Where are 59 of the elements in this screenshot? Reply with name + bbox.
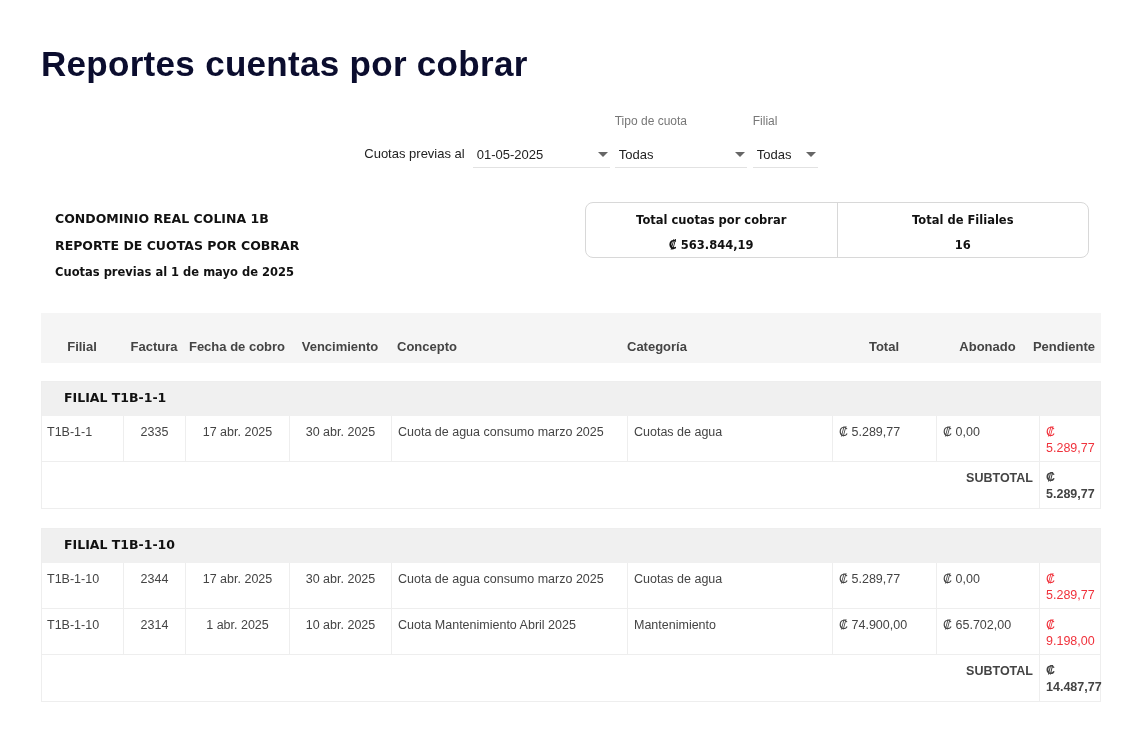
table-cell: 1 abr. 2025 — [186, 608, 290, 654]
column-header: Abonado — [959, 337, 1016, 356]
dropdown[interactable]: Todas — [614, 142, 747, 168]
subtotal-label: SUBTOTAL — [42, 461, 1040, 508]
table-cell: Mantenimiento — [628, 608, 833, 654]
table-cell: ₡ 5.289,77 — [833, 415, 937, 461]
subtotal-value: ₡ 5.289,77 — [1045, 468, 1096, 503]
table-cell: ₡ 65.702,00 — [937, 608, 1040, 654]
caret-icon — [597, 152, 608, 157]
table-cell: T1B-1-1 — [42, 415, 124, 461]
table-cell: ₡ 74.900,00 — [833, 608, 937, 654]
table-cell: Cuota de agua consumo marzo 2025 — [392, 562, 628, 608]
table-cell: 2335 — [124, 415, 186, 461]
table-cell: T1B-1-10 — [42, 562, 124, 608]
filter-label: Filial — [752, 113, 779, 130]
caret-icon — [805, 152, 816, 157]
group-title: FILIAL T1B-1-1 — [42, 381, 1100, 416]
table-cell-text: ₡ 9.198,00 — [1045, 616, 1096, 650]
table-cell-text: ₡ 5.289,77 — [1045, 423, 1096, 457]
column-header: Pendiente — [1032, 337, 1096, 356]
subtotal-value: ₡ 14.487,77 — [1045, 661, 1102, 696]
filter-label: Cuotas previas al — [364, 144, 465, 163]
table-cell: 17 abr. 2025 — [186, 415, 290, 461]
column-header: Factura — [130, 337, 178, 356]
summary-value: 16 — [954, 237, 971, 255]
report-heading: CONDOMINIO REAL COLINA 1B — [55, 210, 270, 228]
column-header: Filial — [67, 337, 97, 356]
summary-label: Total cuotas por cobrar — [636, 212, 787, 229]
column-header: Fecha de cobro — [188, 337, 286, 356]
table-cell: T1B-1-10 — [42, 608, 124, 654]
report-heading: Cuotas previas al 1 de mayo de 2025 — [55, 263, 295, 281]
summary-value: ₡ 563.844,19 — [668, 237, 754, 255]
table-cell: Cuota de agua consumo marzo 2025 — [392, 415, 628, 461]
table-cell: Cuota Mantenimiento Abril 2025 — [392, 608, 628, 654]
table-cell: 17 abr. 2025 — [186, 562, 290, 608]
date-dropdown[interactable]: 01-05-2025 — [472, 142, 610, 168]
filter-label: Tipo de cuota — [614, 113, 688, 130]
table-cell: 2344 — [124, 562, 186, 608]
caret-icon — [734, 152, 745, 157]
table-cell: ₡ 0,00 — [937, 415, 1040, 461]
table-cell: 30 abr. 2025 — [290, 415, 392, 461]
subtotal-label: SUBTOTAL — [42, 654, 1040, 701]
column-header: Vencimiento — [301, 337, 379, 356]
group-title: FILIAL T1B-1-10 — [42, 528, 1100, 563]
table-cell: ₡ 0,00 — [937, 562, 1040, 608]
table-cell: 30 abr. 2025 — [290, 562, 392, 608]
dropdown[interactable]: Todas — [752, 142, 818, 168]
page-title: Reportes cuentas por cobrar — [41, 44, 529, 84]
table-cell: 2314 — [124, 608, 186, 654]
table-cell-text: ₡ 5.289,77 — [1045, 570, 1096, 604]
summary-label: Total de Filiales — [912, 212, 1014, 229]
column-header: Concepto — [396, 337, 457, 356]
column-header: Total — [868, 337, 900, 356]
table-cell: ₡ 5.289,77 — [833, 562, 937, 608]
table-cell: Cuotas de agua — [628, 415, 833, 461]
table-cell: Cuotas de agua — [628, 562, 833, 608]
column-header: Categoría — [627, 337, 687, 356]
report-heading: REPORTE DE CUOTAS POR COBRAR — [55, 236, 300, 255]
table-cell: 10 abr. 2025 — [290, 608, 392, 654]
